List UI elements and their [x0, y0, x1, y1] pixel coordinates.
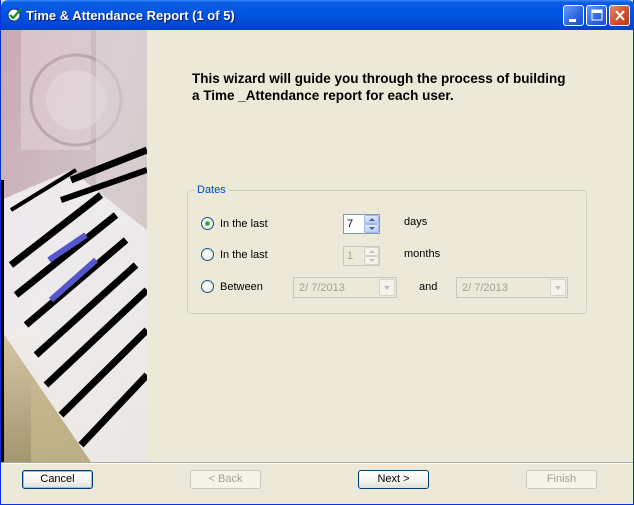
days-value[interactable]: 7 — [347, 218, 353, 230]
months-spinner[interactable]: 1 — [343, 246, 380, 266]
close-icon — [615, 10, 625, 21]
radio-last-months[interactable] — [201, 248, 214, 261]
months-unit-label: months — [404, 248, 441, 260]
minimize-button[interactable] — [563, 5, 584, 26]
days-unit-label: days — [404, 216, 428, 228]
days-spin-down-icon[interactable] — [364, 224, 379, 233]
days-spin-up-icon[interactable] — [364, 215, 379, 224]
maximize-icon — [591, 9, 603, 21]
next-button[interactable]: Next > — [358, 470, 429, 489]
radio-last-days-label[interactable]: In the last — [220, 218, 268, 230]
from-date-dropdown-icon[interactable] — [379, 279, 395, 296]
months-spin-down-icon[interactable] — [364, 256, 379, 265]
cancel-button[interactable]: Cancel — [22, 470, 93, 489]
from-date-value: 2/ 7/2013 — [299, 282, 345, 294]
radio-last-days[interactable] — [201, 217, 214, 230]
wizard-window: Time & Attendance Report (1 of 5) This w… — [0, 0, 634, 505]
title-bar[interactable]: Time & Attendance Report (1 of 5) — [1, 0, 634, 30]
to-date-picker[interactable]: 2/ 7/2013 — [456, 277, 568, 298]
dates-group-label: Dates — [194, 184, 229, 196]
intro-line-1: This wizard will guide you through the p… — [192, 71, 566, 86]
window-title: Time & Attendance Report (1 of 5) — [26, 8, 235, 23]
and-label: and — [419, 281, 438, 293]
maximize-button[interactable] — [586, 5, 607, 26]
minimize-icon — [569, 19, 576, 22]
finish-button[interactable]: Finish — [526, 470, 597, 489]
months-value[interactable]: 1 — [347, 250, 353, 262]
to-date-dropdown-icon[interactable] — [550, 279, 566, 296]
radio-last-months-label[interactable]: In the last — [220, 249, 268, 261]
from-date-picker[interactable]: 2/ 7/2013 — [293, 277, 397, 298]
close-button[interactable] — [609, 5, 630, 26]
back-button[interactable]: < Back — [190, 470, 261, 489]
intro-line-2: a Time _Attendance report for each user. — [192, 88, 454, 103]
footer-separator — [1, 462, 633, 464]
radio-between[interactable] — [201, 280, 214, 293]
intro-text: This wizard will guide you through the p… — [192, 70, 612, 104]
radio-between-label[interactable]: Between — [220, 281, 263, 293]
months-spin-up-icon[interactable] — [364, 247, 379, 256]
checkmark-app-icon — [7, 7, 23, 23]
days-spinner[interactable]: 7 — [343, 214, 380, 234]
wizard-side-image — [1, 30, 147, 462]
to-date-value: 2/ 7/2013 — [462, 282, 508, 294]
